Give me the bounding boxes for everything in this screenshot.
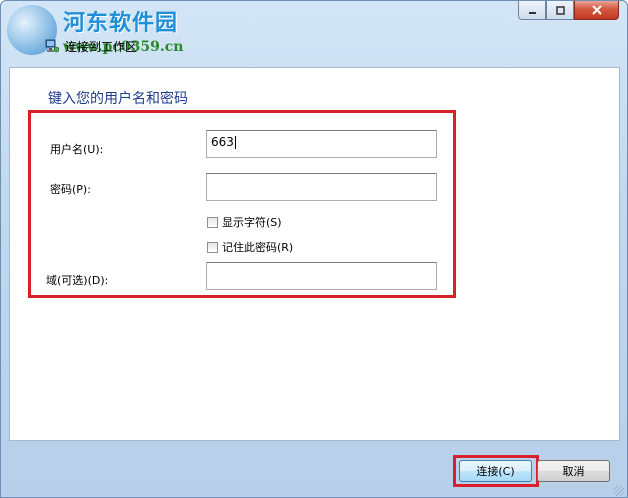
remember-password-label: 记住此密码(R)	[222, 241, 294, 254]
show-chars-checkbox[interactable]: 显示字符(S)	[207, 214, 282, 230]
minimize-icon	[528, 11, 536, 14]
domain-input[interactable]	[206, 262, 437, 290]
connect-button[interactable]: 连接(C)	[459, 460, 532, 482]
username-value: 663	[211, 135, 234, 149]
show-chars-label: 显示字符(S)	[222, 216, 282, 229]
resize-grip[interactable]	[614, 486, 624, 496]
password-input[interactable]	[206, 173, 437, 201]
show-chars-box[interactable]	[207, 216, 218, 228]
remember-password-box[interactable]	[207, 241, 218, 253]
maximize-button[interactable]	[546, 1, 574, 20]
text-caret	[234, 136, 236, 149]
window-title: 连接到工作区	[65, 40, 138, 54]
username-label: 用户名(U):	[50, 143, 104, 156]
close-button[interactable]	[574, 1, 619, 20]
dialog-content: 键入您的用户名和密码 用户名(U): 663 密码(P): 显示字符(S) 记住…	[9, 67, 620, 441]
watermark-name: 河东软件园	[63, 10, 179, 36]
maximize-icon	[555, 5, 565, 15]
title-bar[interactable]: 河东软件园 www.pc0359.cn 连接到工作区	[1, 1, 627, 65]
network-icon	[45, 39, 59, 53]
password-label: 密码(P):	[50, 183, 91, 196]
close-icon	[591, 5, 602, 15]
dialog-window: 河东软件园 www.pc0359.cn 连接到工作区 键入您的用户名和密码 用户…	[0, 0, 628, 498]
form-heading: 键入您的用户名和密码	[48, 91, 188, 107]
username-input[interactable]: 663	[206, 130, 437, 158]
minimize-button[interactable]	[518, 1, 546, 20]
dialog-footer: 连接(C) 取消	[1, 441, 627, 497]
caption-buttons	[518, 1, 619, 20]
cancel-button[interactable]: 取消	[537, 460, 610, 482]
domain-label: 域(可选)(D):	[46, 274, 109, 287]
remember-password-checkbox[interactable]: 记住此密码(R)	[207, 239, 293, 255]
